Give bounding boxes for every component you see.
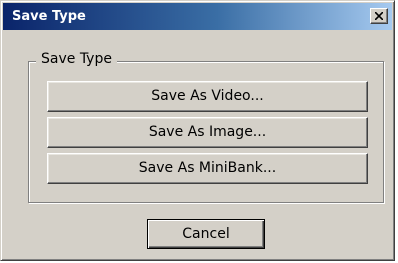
save-type-dialog: Save Type Save Type Save As Video... Sav… <box>0 0 395 261</box>
close-icon <box>375 12 383 20</box>
window-title: Save Type <box>12 9 86 24</box>
cancel-label: Cancel <box>182 226 230 242</box>
close-button[interactable] <box>370 8 388 24</box>
group-label: Save Type <box>36 51 117 67</box>
title-bar[interactable]: Save Type <box>3 3 392 30</box>
save-as-image-button[interactable]: Save As Image... <box>47 117 368 148</box>
save-as-minibank-button[interactable]: Save As MiniBank... <box>47 153 368 184</box>
cancel-button[interactable]: Cancel <box>147 219 265 249</box>
save-as-video-button[interactable]: Save As Video... <box>47 81 368 112</box>
